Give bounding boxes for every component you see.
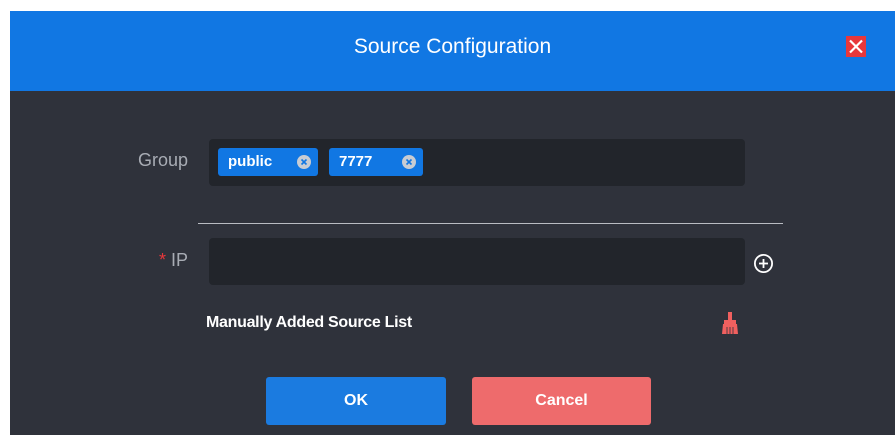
circle-x-icon (405, 158, 413, 166)
circle-x-icon (300, 158, 308, 166)
remove-tag-public-button[interactable] (297, 155, 311, 169)
ip-label-text: IP (170, 250, 188, 270)
cancel-button[interactable]: Cancel (472, 377, 651, 425)
group-tag-label: public (228, 153, 273, 170)
group-label: Group (137, 150, 188, 170)
ip-label: * IP (100, 250, 188, 271)
ok-button[interactable]: OK (266, 377, 446, 425)
divider (198, 223, 783, 224)
clear-list-button[interactable] (721, 311, 739, 335)
dialog-header: Source Configuration (10, 11, 895, 91)
ip-input[interactable] (209, 238, 745, 285)
group-tag-7777: 7777 (329, 148, 423, 176)
group-tag-public: public (218, 148, 318, 176)
group-tag-field[interactable]: public 7777 (209, 139, 745, 186)
circle-plus-icon (753, 253, 774, 274)
required-marker: * (158, 250, 166, 270)
source-configuration-dialog: Source Configuration Group public 7777 *… (10, 11, 895, 435)
group-tag-label: 7777 (339, 153, 373, 170)
manual-source-list-label: Manually Added Source List (206, 314, 412, 331)
close-icon (849, 39, 863, 54)
broom-icon (722, 312, 738, 334)
add-ip-button[interactable] (753, 253, 774, 274)
dialog-title: Source Configuration (353, 35, 552, 58)
remove-tag-7777-button[interactable] (402, 155, 416, 169)
close-button[interactable] (846, 36, 866, 57)
